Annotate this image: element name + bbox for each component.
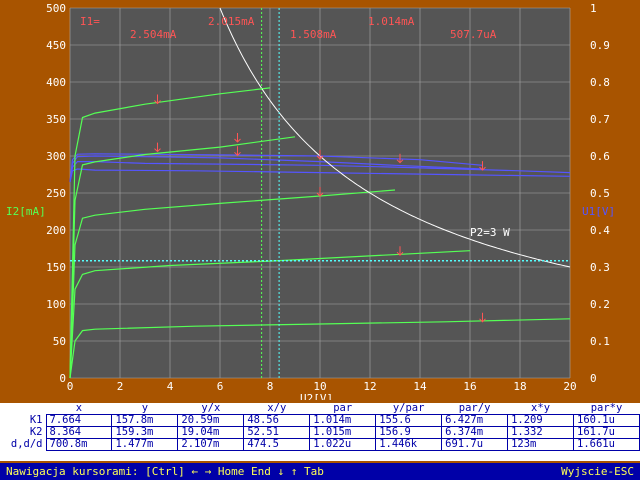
x-tick-label: 2 <box>117 380 124 393</box>
table-cell: 1.477m <box>111 438 179 451</box>
y2-tick-label: 0.2 <box>590 298 610 311</box>
table-header-row: x y y/x x/y par y/par par/y x*y par*y <box>0 403 640 415</box>
series-label-5: 507.7uA <box>450 28 497 41</box>
table-cell: 155.6 <box>375 414 443 427</box>
y2-tick-label: 0 <box>590 372 597 385</box>
x-tick-label: 8 <box>267 380 274 393</box>
y-tick-label: 400 <box>46 76 66 89</box>
y-tick-label: 0 <box>59 372 66 385</box>
table-cell: 1.661u <box>573 438 640 451</box>
x-tick-label: 20 <box>563 380 576 393</box>
table-cell: 1.446k <box>375 438 443 451</box>
y-tick-label: 200 <box>46 224 66 237</box>
table-cell: 1.015m <box>309 426 377 439</box>
table-row-k1: K1 7.664 157.8m 20.59m 48.56 1.014m 155.… <box>0 414 640 427</box>
row-label-k1: K1 <box>29 414 43 426</box>
series-label-4: 1.014mA <box>368 15 415 28</box>
y2-tick-label: 0.1 <box>590 335 610 348</box>
x-tick-label: 14 <box>413 380 427 393</box>
y-tick-label: 50 <box>53 335 66 348</box>
status-bar: Nawigacja kursorami: [Ctrl] ← → Home End… <box>0 463 640 480</box>
characteristics-plot[interactable]: 0 2 4 6 8 10 12 14 16 18 20 0501001502002503003504… <box>0 0 640 400</box>
series-label-2: 2.015mA <box>208 15 255 28</box>
table-cell: 157.8m <box>111 414 179 427</box>
col-header-par: par <box>333 403 353 414</box>
y-tick-label: 250 <box>46 187 66 200</box>
power-label: P2=3 W <box>470 226 510 239</box>
navigation-hint: Nawigacja kursorami: [Ctrl] ← → Home End… <box>6 465 324 478</box>
y2-axis-label: U1[V] <box>582 205 615 218</box>
y2-tick-label: 0.6 <box>590 150 610 163</box>
y2-tick-label: 0.5 <box>590 187 610 200</box>
table-cell: 7.664 <box>45 414 113 427</box>
series-label-prefix: I1= <box>80 15 100 28</box>
y-axis-label: I2[mA] <box>6 205 46 218</box>
cursor-data-table: x y y/x x/y par y/par par/y x*y par*y K1… <box>0 403 640 461</box>
y-tick-label: 100 <box>46 298 66 311</box>
table-cell: 156.9 <box>375 426 443 439</box>
table-cell: 48.56 <box>243 414 311 427</box>
table-cell: 700.8m <box>45 438 113 451</box>
y2-tick-label: 0.7 <box>590 113 610 126</box>
y-tick-label: 300 <box>46 150 66 163</box>
x-tick-label: 0 <box>67 380 74 393</box>
col-header-par-div-y: par/y <box>458 403 491 414</box>
table-cell: 159.3m <box>111 426 179 439</box>
table-row-k2: K2 8.364 159.3m 19.04m 52.51 1.015m 156.… <box>0 426 640 439</box>
table-cell: 20.59m <box>177 414 245 427</box>
x-tick-label: 4 <box>167 380 174 393</box>
exit-hint[interactable]: Wyjscie-ESC <box>561 463 634 480</box>
table-cell: 6.374m <box>441 426 509 439</box>
col-header-par-mul-y: par*y <box>590 403 623 414</box>
table-cell: 123m <box>507 438 574 451</box>
y-tick-label: 450 <box>46 39 66 52</box>
x-tick-label: 12 <box>363 380 376 393</box>
table-cell: 161.7u <box>573 426 640 439</box>
table-cell: 8.364 <box>45 426 113 439</box>
row-label-k2: K2 <box>29 426 43 438</box>
x-tick-label: 18 <box>513 380 526 393</box>
table-cell: 160.1u <box>573 414 640 427</box>
table-cell: 6.427m <box>441 414 509 427</box>
col-header-y: y <box>141 403 149 414</box>
y-tick-label: 500 <box>46 2 66 15</box>
row-label-delta: d,d/d <box>10 438 43 450</box>
col-header-x: x <box>75 403 83 414</box>
col-header-x-div-y: x/y <box>267 403 287 414</box>
table-cell: 19.04m <box>177 426 245 439</box>
table-cell: 691.7u <box>441 438 509 451</box>
table-cell: 1.209 <box>507 414 574 427</box>
y-tick-label: 350 <box>46 113 66 126</box>
y-tick-label: 150 <box>46 261 66 274</box>
col-header-y-div-x: y/x <box>201 403 221 414</box>
x-tick-label: 6 <box>217 380 224 393</box>
x-tick-label: 16 <box>463 380 476 393</box>
table-row-delta: d,d/d 700.8m 1.477m 2.107m 474.5 1.022u … <box>0 438 640 451</box>
series-label-3: 1.508mA <box>290 28 337 41</box>
table-cell: 2.107m <box>177 438 245 451</box>
y2-tick-label: 0.4 <box>590 224 610 237</box>
table-cell: 1.332 <box>507 426 574 439</box>
y2-tick-label: 0.3 <box>590 261 610 274</box>
y2-tick-label: 0.8 <box>590 76 610 89</box>
col-header-y-div-par: y/par <box>392 403 425 414</box>
table-cell: 1.014m <box>309 414 377 427</box>
table-cell: 52.51 <box>243 426 311 439</box>
table-cell: 1.022u <box>309 438 377 451</box>
y2-tick-label: 1 <box>590 2 597 15</box>
table-cell: 474.5 <box>243 438 311 451</box>
y2-tick-label: 0.9 <box>590 39 610 52</box>
x-axis-label: U2[V] <box>300 392 333 400</box>
col-header-x-mul-y: x*y <box>531 403 551 414</box>
series-label-1: 2.504mA <box>130 28 177 41</box>
